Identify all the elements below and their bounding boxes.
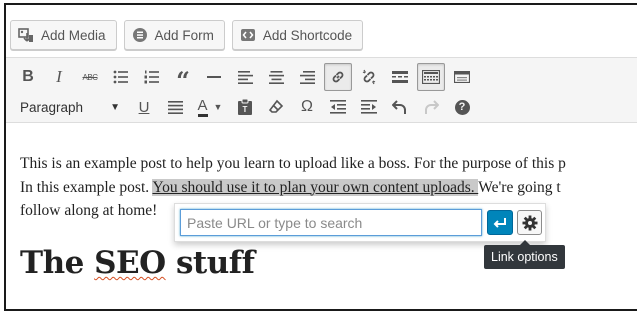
toolbar-toggle-icon: [422, 70, 440, 84]
remove-link-icon: [362, 69, 376, 85]
numbered-list-icon: [144, 70, 159, 84]
paste-text-button[interactable]: T: [231, 93, 259, 121]
gear-icon: [522, 215, 537, 230]
toolbar-row-1: B I ABC “: [14, 63, 479, 95]
misspelled-word: SEO: [94, 245, 166, 281]
align-center-icon: [268, 70, 284, 84]
text-color-icon: A: [197, 97, 208, 117]
redo-button[interactable]: [417, 93, 445, 121]
inline-link-popup: [174, 203, 546, 242]
shortcode-icon: [240, 27, 256, 43]
content-heading: The SEO stuff: [20, 245, 255, 281]
add-shortcode-label: Add Shortcode: [262, 27, 353, 43]
link-options-button[interactable]: [517, 210, 542, 235]
align-left-icon: [237, 70, 253, 84]
underline-icon: U: [138, 98, 150, 116]
italic-icon: I: [56, 67, 62, 86]
blockquote-icon: “: [176, 66, 190, 95]
chevron-down-icon: ▼: [110, 101, 120, 113]
add-form-label: Add Form: [154, 27, 214, 43]
media-icon: [18, 27, 34, 43]
insert-link-button[interactable]: [324, 63, 352, 91]
outdent-icon: [330, 100, 346, 114]
distraction-free-icon: [454, 71, 470, 83]
chevron-down-icon: ▼: [213, 102, 223, 112]
justify-icon: [167, 100, 183, 114]
strikethrough-button[interactable]: ABC: [76, 63, 104, 91]
add-shortcode-button[interactable]: Add Shortcode: [231, 20, 364, 50]
svg-text:T: T: [243, 105, 248, 114]
selected-text: You should use it to plan your own conte…: [152, 178, 479, 196]
undo-button[interactable]: [386, 93, 414, 121]
bulleted-list-icon: [113, 70, 128, 84]
bold-icon: B: [22, 68, 34, 85]
help-glyph: ?: [458, 101, 466, 113]
add-media-label: Add Media: [41, 27, 106, 43]
strikethrough-icon: ABC: [82, 72, 98, 82]
bulleted-list-button[interactable]: [107, 63, 135, 91]
clear-formatting-button[interactable]: [262, 93, 290, 121]
blockquote-button[interactable]: “: [169, 63, 197, 95]
underline-button[interactable]: U: [130, 93, 158, 121]
heading-part-2: stuff: [165, 245, 255, 281]
link-url-input[interactable]: [180, 209, 482, 236]
apply-link-button[interactable]: [487, 210, 513, 235]
horizontal-rule-icon: [207, 76, 221, 78]
italic-button[interactable]: I: [45, 63, 73, 91]
paragraph-line-2: In this example post. You should use it …: [20, 176, 637, 200]
toolbar-toggle-button[interactable]: [417, 63, 445, 91]
outdent-button[interactable]: [324, 93, 352, 121]
align-center-button[interactable]: [262, 63, 290, 91]
align-left-button[interactable]: [231, 63, 259, 91]
remove-link-button[interactable]: [355, 63, 383, 91]
text-color-button[interactable]: A ▼: [192, 93, 228, 121]
form-icon: [132, 27, 148, 43]
distraction-free-button[interactable]: [448, 63, 476, 91]
special-character-icon: Ω: [301, 98, 313, 115]
redo-icon: [425, 100, 439, 114]
numbered-list-button[interactable]: [138, 63, 166, 91]
enter-icon: [493, 217, 506, 228]
link-options-tooltip: Link options: [484, 240, 565, 269]
editor-toolbar: B I ABC “ Paragraph ▼ U A ▼ T Ω ?: [6, 57, 637, 123]
read-more-icon: [392, 71, 408, 83]
horizontal-rule-button[interactable]: [200, 63, 228, 91]
media-buttons: Add Media Add Form Add Shortcode: [10, 20, 364, 50]
insert-link-icon: [332, 71, 344, 83]
help-button[interactable]: ?: [448, 93, 476, 121]
justify-button[interactable]: [161, 93, 189, 121]
format-select[interactable]: Paragraph ▼: [14, 95, 126, 119]
text-before-selection: In this example post.: [20, 178, 153, 196]
special-character-button[interactable]: Ω: [293, 93, 321, 121]
read-more-button[interactable]: [386, 63, 414, 91]
indent-button[interactable]: [355, 93, 383, 121]
clear-formatting-icon: [268, 99, 284, 113]
paragraph-line-1: This is an example post to help you lear…: [20, 155, 566, 172]
add-media-button[interactable]: Add Media: [10, 20, 117, 50]
paste-text-icon: T: [238, 99, 252, 115]
bold-button[interactable]: B: [14, 63, 42, 91]
heading-part-1: The: [20, 245, 95, 281]
align-right-icon: [299, 70, 315, 84]
indent-icon: [361, 100, 377, 114]
format-select-value: Paragraph: [20, 99, 84, 115]
text-after-selection: We're going t: [478, 178, 561, 196]
undo-icon: [392, 100, 406, 114]
help-icon: ?: [454, 99, 470, 115]
align-right-button[interactable]: [293, 63, 321, 91]
toolbar-row-2: Paragraph ▼ U A ▼ T Ω ?: [14, 93, 479, 121]
editor-frame: Add Media Add Form Add Shortcode B I ABC: [4, 3, 637, 311]
add-form-button[interactable]: Add Form: [123, 20, 225, 50]
